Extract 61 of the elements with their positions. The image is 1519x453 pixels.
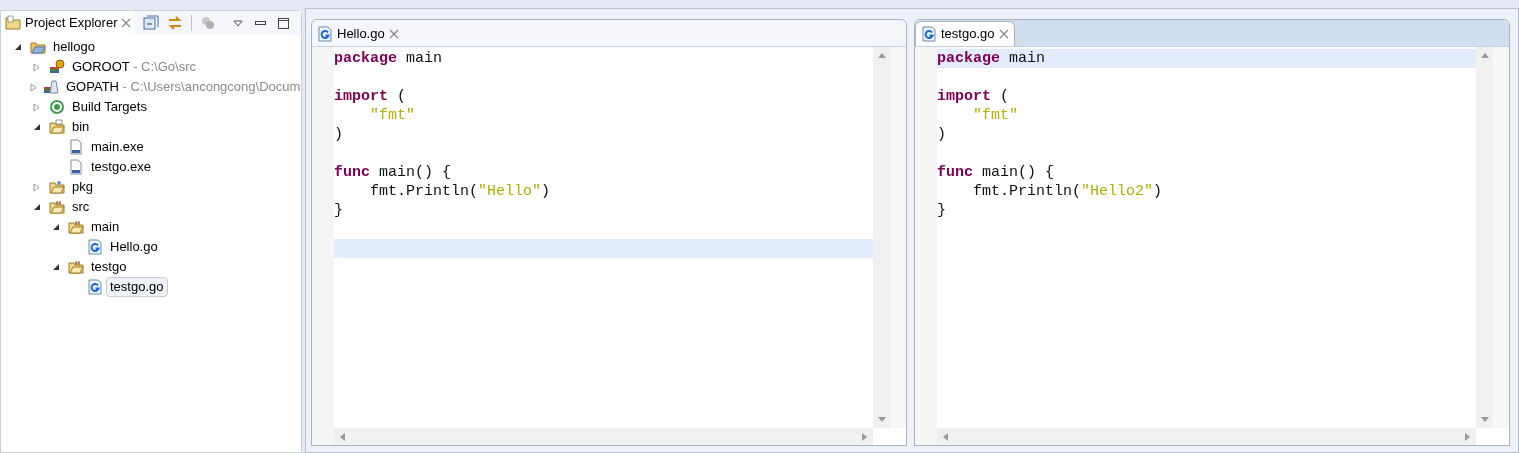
minimize-icon[interactable] — [255, 21, 266, 25]
folder-icon — [49, 119, 65, 135]
tree-item[interactable]: src — [68, 197, 94, 217]
tree-item[interactable]: hellogo — [49, 37, 99, 57]
scroll-down-icon[interactable] — [1480, 417, 1489, 422]
tree-item[interactable]: pkg — [68, 177, 97, 197]
collapsed-arrow-icon[interactable] — [33, 182, 41, 192]
expanded-arrow-icon[interactable] — [33, 123, 41, 131]
scroll-up-icon[interactable] — [1480, 53, 1489, 58]
tree-item[interactable]: GOPATH - C:\Users\ancongcong\Docum — [62, 77, 305, 97]
close-icon[interactable] — [388, 28, 399, 39]
go-file-icon — [87, 279, 103, 295]
project-folder-icon — [30, 39, 46, 55]
tree-item[interactable]: testgo — [87, 257, 131, 277]
scroll-right-icon[interactable] — [862, 432, 867, 441]
collapsed-arrow-icon[interactable] — [33, 62, 41, 72]
tree-item[interactable]: Build Targets — [68, 97, 151, 117]
binary-file-icon — [68, 139, 84, 155]
close-icon[interactable] — [121, 18, 132, 28]
go-file-icon — [317, 25, 333, 42]
tree-item[interactable]: main — [87, 217, 124, 237]
folder-icon — [49, 199, 65, 215]
vertical-scrollbar[interactable] — [873, 47, 890, 428]
tree-item[interactable]: Hello.go — [106, 237, 162, 257]
tree-item[interactable]: testgo.go — [106, 277, 168, 297]
view-tab[interactable]: Project Explorer — [1, 11, 136, 35]
tree-item[interactable]: bin — [68, 117, 94, 137]
scroll-left-icon[interactable] — [943, 432, 948, 441]
tree-item[interactable]: GOROOT - C:\Go\src — [68, 57, 200, 77]
link-arrows-icon[interactable] — [167, 15, 184, 31]
folder-icon — [5, 15, 21, 31]
folder-icon — [68, 259, 84, 275]
vertical-scrollbar[interactable] — [1476, 47, 1493, 428]
library-jar-icon — [43, 79, 59, 95]
scroll-down-icon[interactable] — [877, 417, 886, 422]
tree-item[interactable]: testgo.exe — [87, 157, 155, 177]
library-gear-icon — [49, 59, 65, 75]
expanded-arrow-icon[interactable] — [52, 263, 60, 271]
scroll-right-icon[interactable] — [1465, 432, 1470, 441]
target-icon — [49, 99, 65, 115]
folder-icon — [68, 219, 84, 235]
go-file-icon — [87, 239, 103, 255]
maximize-icon[interactable] — [278, 17, 289, 29]
collapsed-arrow-icon[interactable] — [33, 102, 41, 112]
collapse-all-icon[interactable] — [143, 15, 160, 31]
scroll-up-icon[interactable] — [877, 53, 886, 58]
go-file-icon — [921, 26, 937, 42]
folder-icon — [49, 179, 65, 195]
horizontal-scrollbar[interactable] — [334, 428, 873, 445]
filter-icon[interactable] — [200, 15, 217, 31]
scroll-left-icon[interactable] — [340, 432, 345, 441]
view-menu-icon[interactable] — [233, 19, 243, 27]
close-icon[interactable] — [998, 29, 1009, 39]
editor-tab[interactable]: testgo.go — [915, 21, 1015, 46]
expanded-arrow-icon[interactable] — [33, 203, 41, 211]
expanded-arrow-icon[interactable] — [52, 223, 60, 231]
binary-file-icon — [68, 159, 84, 175]
expanded-arrow-icon[interactable] — [14, 43, 22, 51]
collapsed-arrow-icon[interactable] — [30, 82, 38, 92]
tree-item[interactable]: main.exe — [87, 137, 148, 157]
horizontal-scrollbar[interactable] — [937, 428, 1476, 445]
